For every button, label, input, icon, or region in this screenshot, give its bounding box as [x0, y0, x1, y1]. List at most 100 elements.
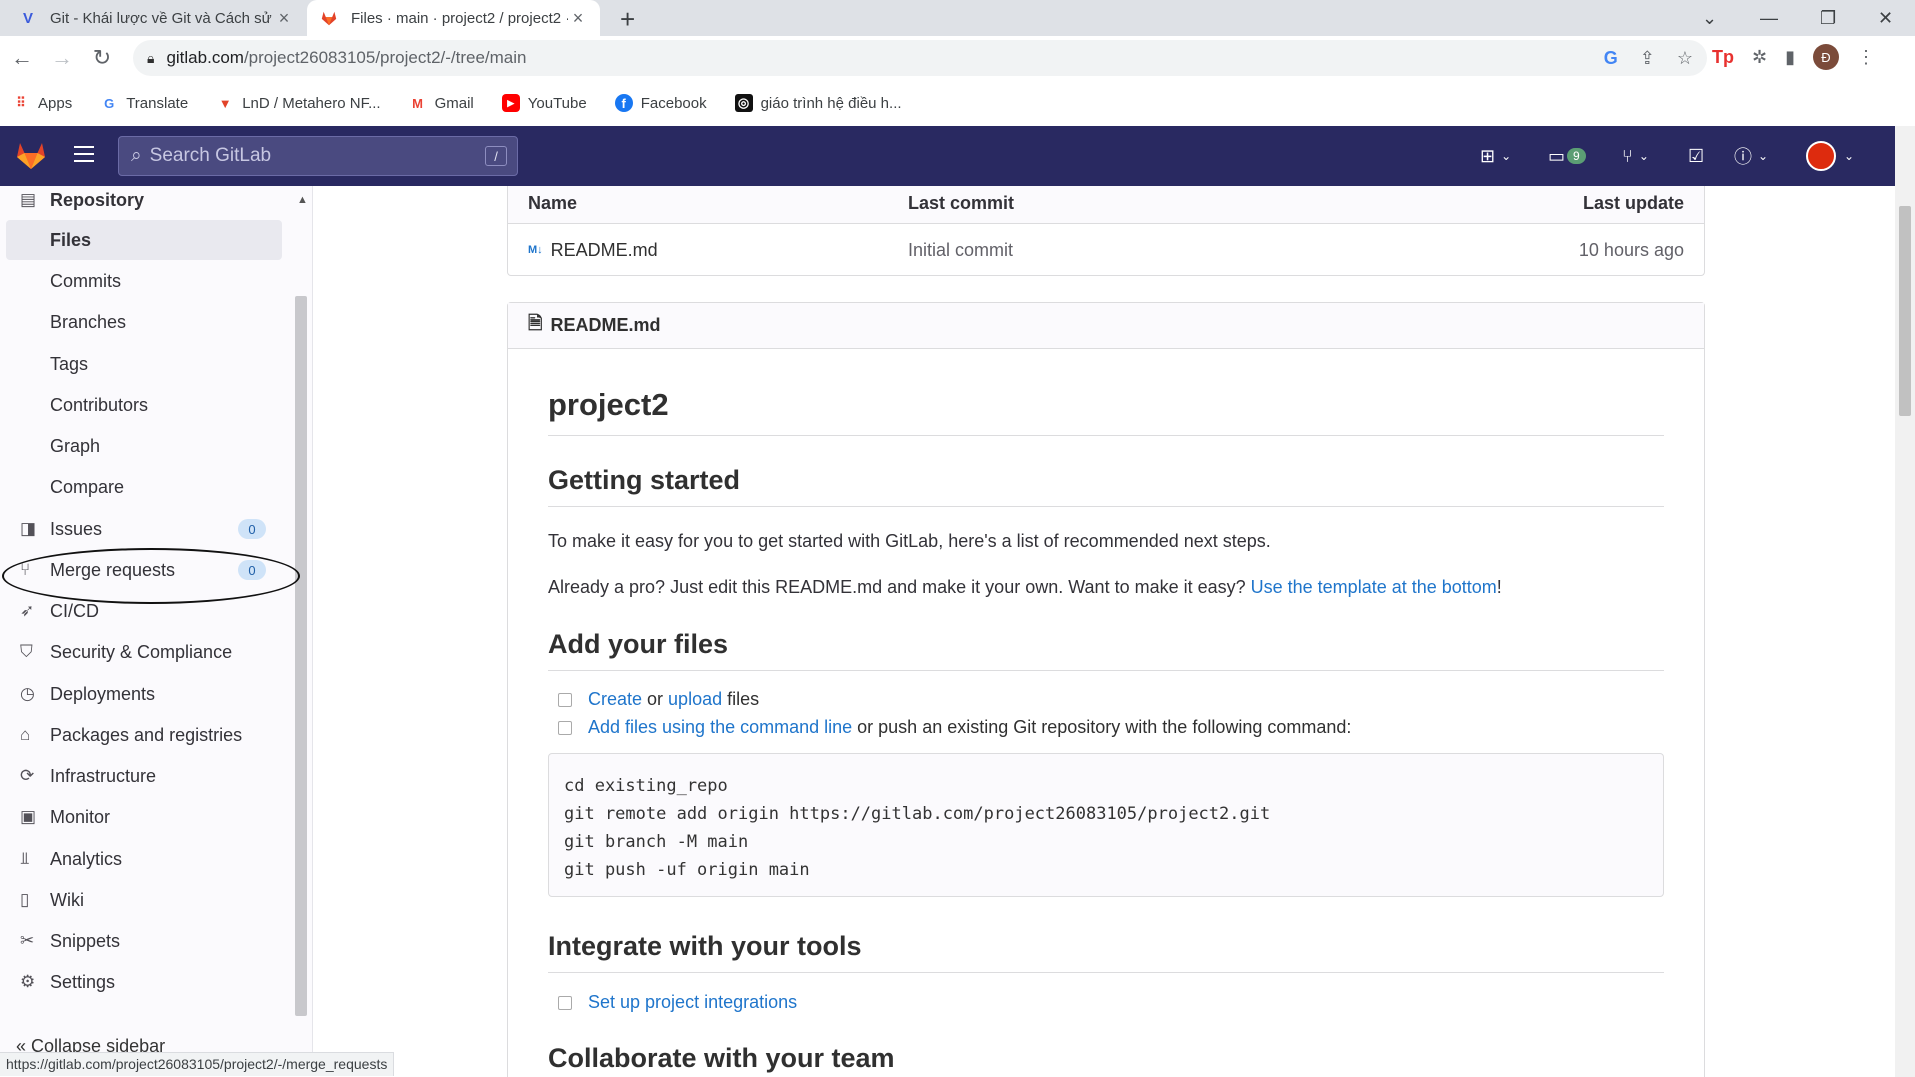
sidebar-item-infrastructure[interactable]: ⟳ Infrastructure — [6, 756, 282, 796]
sidebar-item-snippets[interactable]: ✂ Snippets — [6, 921, 282, 961]
back-arrow-icon[interactable]: ← — [8, 44, 36, 72]
bookmark-label: Facebook — [640, 94, 707, 112]
file-name-link[interactable]: README.md — [551, 240, 658, 261]
column-header-last-update: Last update — [1582, 193, 1684, 213]
sidebar-item-monitor[interactable]: ▣ Monitor — [6, 797, 282, 837]
minimize-button[interactable]: — — [1760, 0, 1778, 36]
vertical-favicon-icon: V — [22, 9, 33, 27]
create-new-dropdown[interactable]: ⊞ ⌄ — [1480, 126, 1511, 186]
user-menu[interactable]: ⌄ — [1806, 126, 1854, 186]
integrations-link[interactable]: Set up project integrations — [588, 992, 797, 1013]
sidebar-item-compare[interactable]: Compare — [6, 467, 282, 507]
last-update-time: 10 hours ago — [1578, 239, 1684, 260]
bookmark-site-icon: ◎ — [734, 94, 753, 112]
puzzle-icon[interactable]: ✲ — [1752, 47, 1767, 68]
browser-tab-git[interactable]: V Git - Khái lược về Git và Cách sử dụng… — [6, 0, 306, 36]
tab-title: Files · main · project2 / project2 · Git… — [351, 9, 568, 27]
bookmark-apps[interactable]: ⠿ Apps — [12, 94, 72, 112]
close-window-button[interactable]: ✕ — [1878, 0, 1893, 36]
todos-link[interactable]: ☑ — [1688, 126, 1704, 186]
task-checkbox[interactable] — [558, 720, 572, 735]
issues-link[interactable]: ▭ 9 — [1548, 126, 1586, 186]
merge-requests-dropdown[interactable]: ⑂ ⌄ — [1622, 126, 1649, 186]
bookmark-lnd[interactable]: ▼ LnD / Metahero NF... — [216, 94, 381, 112]
sidebar-item-packages[interactable]: ⌂ Packages and registries — [6, 715, 282, 755]
help-dropdown[interactable]: ⓘ ⌄ — [1734, 126, 1768, 186]
sidebar-item-repository[interactable]: ▤ Repository — [6, 180, 282, 220]
page-scrollbar[interactable] — [1895, 126, 1915, 1077]
gitlab-logo-icon[interactable] — [14, 138, 48, 172]
profile-avatar[interactable]: Đ — [1813, 44, 1839, 70]
star-icon[interactable]: ☆ — [1677, 48, 1693, 69]
apps-grid-icon: ⠿ — [16, 95, 26, 110]
sidebar-item-label: Security & Compliance — [50, 641, 233, 662]
share-icon[interactable]: ⇪ — [1640, 48, 1655, 69]
youtube-icon: ▶ — [501, 94, 520, 112]
sidebar-item-files[interactable]: Files — [6, 220, 282, 260]
close-tab-icon[interactable]: × — [274, 8, 294, 29]
forward-arrow-icon[interactable]: → — [48, 44, 76, 72]
reload-icon[interactable]: ↻ — [88, 44, 116, 72]
markdown-file-icon: M↓ — [528, 244, 543, 256]
infrastructure-icon: ⟳ — [20, 766, 35, 785]
sidebar-item-issues[interactable]: ◨ Issues 0 — [6, 509, 282, 549]
task-checkbox[interactable] — [558, 692, 572, 707]
sidebar-item-label: Deployments — [50, 683, 156, 704]
upload-link[interactable]: upload — [668, 689, 722, 710]
help-icon: ⓘ — [1734, 147, 1752, 167]
rocket-icon: ➶ — [20, 601, 35, 620]
analytics-icon: ⫫ — [20, 849, 30, 868]
browser-tab-gitlab[interactable]: Files · main · project2 / project2 · Git… — [307, 0, 600, 36]
command-line-link[interactable]: Add files using the command line — [588, 717, 852, 738]
bookmark-facebook[interactable]: f Facebook — [614, 94, 707, 112]
close-tab-icon[interactable]: × — [568, 8, 588, 29]
chevron-down-icon: ⌄ — [1844, 149, 1855, 163]
readme-header: 🗎︎ README.md — [508, 303, 1704, 349]
sidebar-item-label: Commits — [50, 270, 121, 291]
table-header: Name Last commit Last update — [508, 186, 1704, 224]
side-panel-icon[interactable]: ▮ — [1785, 47, 1795, 68]
chrome-menu-icon[interactable]: ⋮ — [1857, 47, 1875, 68]
shield-icon: ⛉ — [20, 642, 33, 661]
sidebar-item-label: Wiki — [50, 889, 84, 910]
sidebar-item-analytics[interactable]: ⫫ Analytics — [6, 839, 282, 879]
chevron-down-icon: ⌄ — [1501, 149, 1512, 163]
bookmark-youtube[interactable]: ▶ YouTube — [501, 94, 587, 112]
sidebar-item-tags[interactable]: Tags — [6, 344, 282, 384]
monitor-icon: ▣ — [20, 807, 37, 826]
bookmark-giao-trinh[interactable]: ◎ giáo trình hệ điều h... — [734, 94, 902, 112]
sidebar-item-settings[interactable]: ⚙ Settings — [6, 962, 282, 1002]
new-tab-button[interactable]: + — [620, 4, 635, 35]
sidebar-item-branches[interactable]: Branches — [6, 302, 282, 342]
sidebar-item-label: Infrastructure — [50, 765, 157, 786]
task-text: files — [722, 689, 760, 709]
sidebar-item-graph[interactable]: Graph — [6, 426, 282, 466]
bookmark-label: Translate — [126, 94, 189, 112]
sidebar-item-contributors[interactable]: Contributors — [6, 385, 282, 425]
sidebar-item-commits[interactable]: Commits — [6, 261, 282, 301]
sidebar-item-label: Issues — [50, 518, 103, 539]
sidebar-item-deployments[interactable]: ◷ Deployments — [6, 674, 282, 714]
scrollbar-thumb[interactable] — [1899, 206, 1911, 416]
tab-search-icon[interactable]: ⌄ — [1702, 0, 1717, 36]
commit-message-link[interactable]: Initial commit — [908, 240, 1404, 261]
menu-hamburger-icon[interactable] — [74, 146, 94, 167]
restore-button[interactable]: ❐ — [1820, 0, 1836, 36]
create-link[interactable]: Create — [588, 689, 642, 710]
extension-tp-icon[interactable]: Tp — [1712, 47, 1734, 68]
scroll-up-icon[interactable]: ▲ — [297, 194, 308, 206]
search-input[interactable]: ⌕ Search GitLab / — [118, 136, 518, 176]
merge-request-icon: ⑂ — [1622, 145, 1633, 166]
bookmark-gmail[interactable]: M Gmail — [409, 94, 474, 112]
issues-icon: ◨ — [20, 519, 37, 538]
sidebar-item-label: Contributors — [50, 394, 149, 415]
bookmark-translate[interactable]: G Translate — [100, 94, 188, 112]
google-icon[interactable]: G — [1604, 48, 1618, 69]
address-bar[interactable]: 🔒︎ gitlab.com/project26083105/project2/-… — [133, 40, 1707, 76]
sidebar-item-wiki[interactable]: ▯ Wiki — [6, 880, 282, 920]
sidebar-item-security[interactable]: ⛉ Security & Compliance — [6, 632, 282, 672]
sidebar-item-label: Graph — [50, 435, 101, 456]
task-checkbox[interactable] — [558, 995, 572, 1010]
template-link[interactable]: Use the template at the bottom — [1251, 577, 1497, 597]
sidebar-scrollbar[interactable] — [295, 296, 307, 1016]
